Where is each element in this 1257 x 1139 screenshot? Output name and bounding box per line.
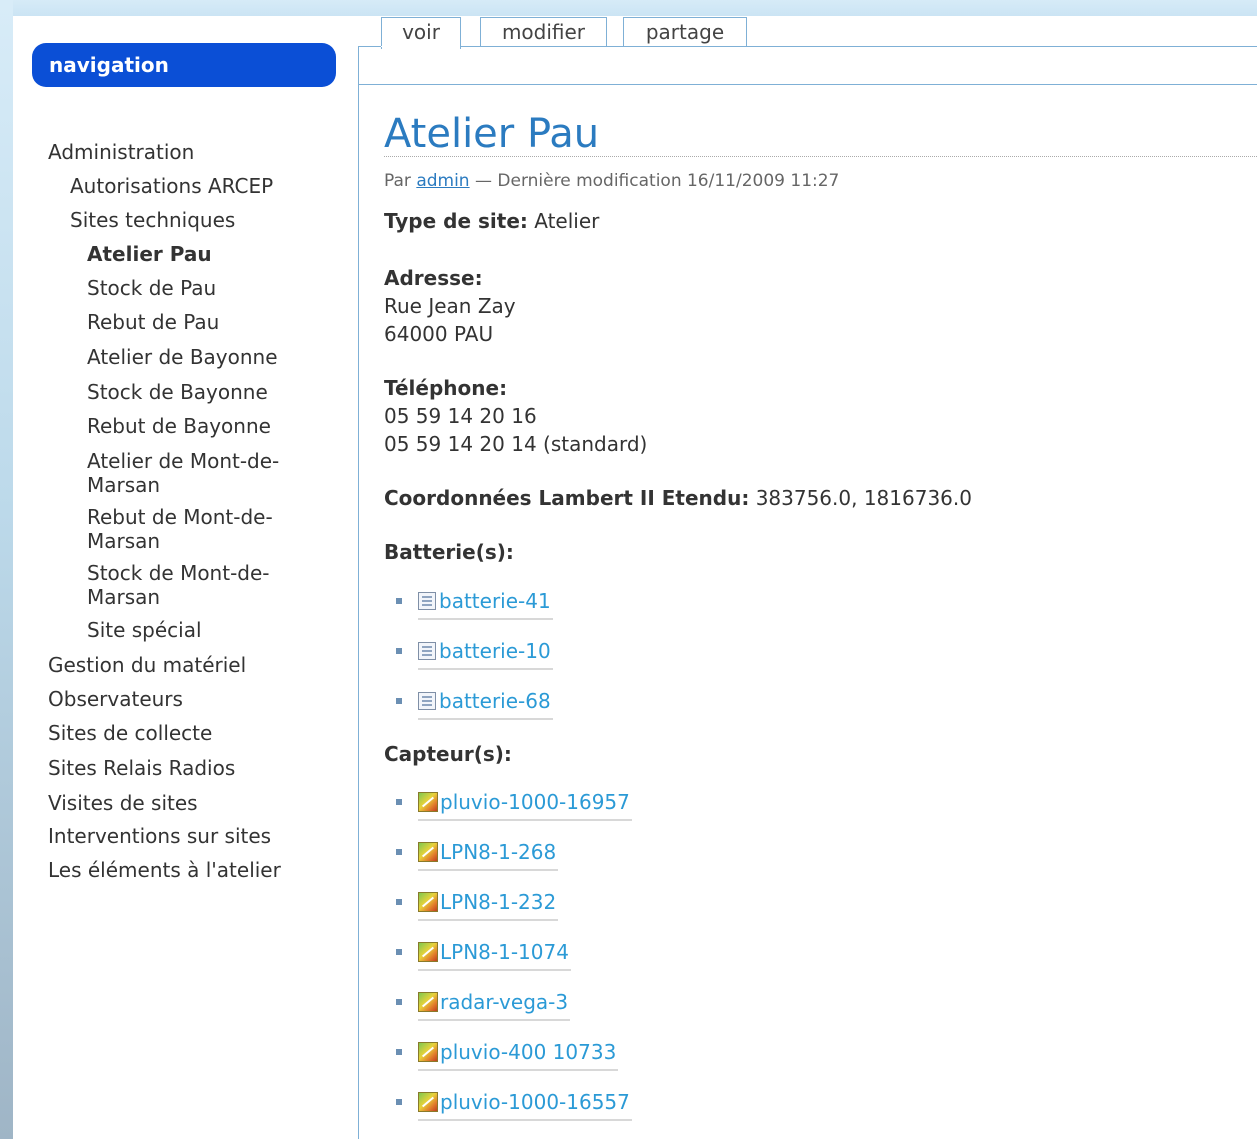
battery-item-label: batterie-41 — [439, 589, 551, 613]
sidebar-item[interactable]: Atelier de Bayonne — [87, 346, 278, 368]
sidebar-item[interactable]: Stock de Mont-de-Marsan — [87, 561, 307, 609]
bullet-icon — [396, 999, 402, 1005]
tab-voir[interactable]: voir — [381, 17, 461, 49]
coordinates-value: 383756.0, 1816736.0 — [755, 486, 972, 510]
content-toolbar-strip — [358, 47, 1257, 85]
sensor-icon — [418, 792, 438, 812]
sidebar-item[interactable]: Sites techniques — [70, 209, 235, 231]
sensor-icon — [418, 842, 438, 862]
tab-underline — [358, 46, 1257, 47]
bullet-icon — [396, 899, 402, 905]
bullet-icon — [396, 1099, 402, 1105]
document-icon — [418, 592, 436, 610]
battery-item-label: batterie-10 — [439, 639, 551, 663]
sidebar-item[interactable]: Rebut de Bayonne — [87, 415, 271, 437]
sensors-field: Capteur(s): — [384, 740, 512, 768]
sidebar-item[interactable]: Observateurs — [48, 688, 183, 710]
byline-modified: — Dernière modification 16/11/2009 11:27 — [475, 171, 840, 191]
sidebar-item[interactable]: Sites de collecte — [48, 722, 212, 744]
site-type-label: Type de site: — [384, 209, 528, 233]
sidebar-item[interactable]: Gestion du matériel — [48, 654, 246, 676]
sensor-item-link[interactable]: LPN8-1-232 — [418, 885, 559, 921]
address-label: Adresse: — [384, 266, 483, 290]
batteries-field: Batterie(s): — [384, 538, 514, 566]
document-icon — [418, 642, 436, 660]
battery-item-link[interactable]: batterie-10 — [418, 634, 553, 670]
phone-field: Téléphone: 05 59 14 20 16 05 59 14 20 14… — [384, 374, 647, 458]
navigation-portlet: navigation Administration Autorisations A… — [32, 43, 336, 881]
sensor-item-label: LPN8-1-232 — [440, 890, 557, 914]
navigation-header: navigation — [32, 43, 336, 87]
site-type-field: Type de site: Atelier — [384, 207, 599, 235]
bullet-icon — [396, 849, 402, 855]
batteries-label: Batterie(s): — [384, 540, 514, 564]
battery-item-link[interactable]: batterie-41 — [418, 584, 553, 620]
content-left-border — [358, 46, 359, 1139]
bullet-icon — [396, 949, 402, 955]
battery-item-link[interactable]: batterie-68 — [418, 684, 553, 720]
sidebar-item[interactable]: Atelier de Mont-de-Marsan — [87, 449, 307, 497]
sensor-icon — [418, 942, 438, 962]
sensor-item-link[interactable]: radar-vega-3 — [418, 985, 571, 1021]
tab-modifier[interactable]: modifier — [480, 17, 607, 46]
address-line-2: 64000 PAU — [384, 322, 494, 346]
sidebar-item[interactable]: Autorisations ARCEP — [70, 175, 273, 197]
sensor-item-label: pluvio-400 10733 — [440, 1040, 617, 1064]
sensor-item-label: pluvio-1000-16957 — [440, 790, 630, 814]
bullet-icon — [396, 698, 402, 704]
address-field: Adresse: Rue Jean Zay 64000 PAU — [384, 264, 516, 348]
sidebar-item[interactable]: Les éléments à l'atelier — [48, 859, 281, 881]
sensor-icon — [418, 892, 438, 912]
sensor-icon — [418, 992, 438, 1012]
sensor-item-label: LPN8-1-268 — [440, 840, 557, 864]
battery-item-label: batterie-68 — [439, 689, 551, 713]
sensor-icon — [418, 1042, 438, 1062]
sidebar-item[interactable]: Site spécial — [87, 619, 202, 641]
sensor-item-label: pluvio-1000-16557 — [440, 1090, 630, 1114]
sidebar-item[interactable]: Rebut de Pau — [87, 311, 219, 333]
title-divider — [384, 156, 1257, 157]
sidebar-item[interactable]: Stock de Bayonne — [87, 381, 268, 403]
bullet-icon — [396, 1049, 402, 1055]
sidebar-item[interactable]: Atelier Pau — [87, 243, 212, 265]
sidebar-item[interactable]: Interventions sur sites — [48, 825, 271, 847]
phone-line-2: 05 59 14 20 14 (standard) — [384, 432, 648, 456]
sensors-label: Capteur(s): — [384, 742, 512, 766]
coordinates-label: Coordonnées Lambert II Etendu: — [384, 486, 750, 510]
bullet-icon — [396, 598, 402, 604]
byline-prefix: Par — [384, 171, 411, 191]
sensor-icon — [418, 1092, 438, 1112]
page-title: Atelier Pau — [384, 111, 600, 157]
bullet-icon — [396, 648, 402, 654]
phone-line-1: 05 59 14 20 16 — [384, 404, 537, 428]
sidebar-item[interactable]: Visites de sites — [48, 792, 198, 814]
sidebar-item[interactable]: Stock de Pau — [87, 277, 216, 299]
site-type-value: Atelier — [534, 209, 600, 233]
sensor-item-link[interactable]: pluvio-1000-16957 — [418, 785, 632, 821]
tab-partage[interactable]: partage — [623, 17, 747, 46]
sensor-item-label: LPN8-1-1074 — [440, 940, 569, 964]
address-line-1: Rue Jean Zay — [384, 294, 516, 318]
sidebar-item[interactable]: Rebut de Mont-de-Marsan — [87, 505, 307, 553]
bullet-icon — [396, 799, 402, 805]
sensor-item-link[interactable]: pluvio-1000-16557 — [418, 1085, 632, 1121]
author-link[interactable]: admin — [416, 171, 469, 191]
document-byline: Par admin — Dernière modification 16/11/… — [384, 171, 839, 191]
window-frame-left — [0, 0, 13, 1139]
sensor-item-link[interactable]: LPN8-1-1074 — [418, 935, 571, 971]
sensor-item-link[interactable]: LPN8-1-268 — [418, 835, 559, 871]
sensor-item-link[interactable]: pluvio-400 10733 — [418, 1035, 619, 1071]
active-tab-gap — [381, 46, 460, 47]
phone-label: Téléphone: — [384, 376, 508, 400]
sidebar-item[interactable]: Sites Relais Radios — [48, 757, 235, 779]
sidebar-item[interactable]: Administration — [48, 141, 194, 163]
document-icon — [418, 692, 436, 710]
sensor-item-label: radar-vega-3 — [440, 990, 569, 1014]
content-tabs: voir modifier partage — [0, 0, 1257, 85]
coordinates-field: Coordonnées Lambert II Etendu: 383756.0,… — [384, 484, 972, 512]
